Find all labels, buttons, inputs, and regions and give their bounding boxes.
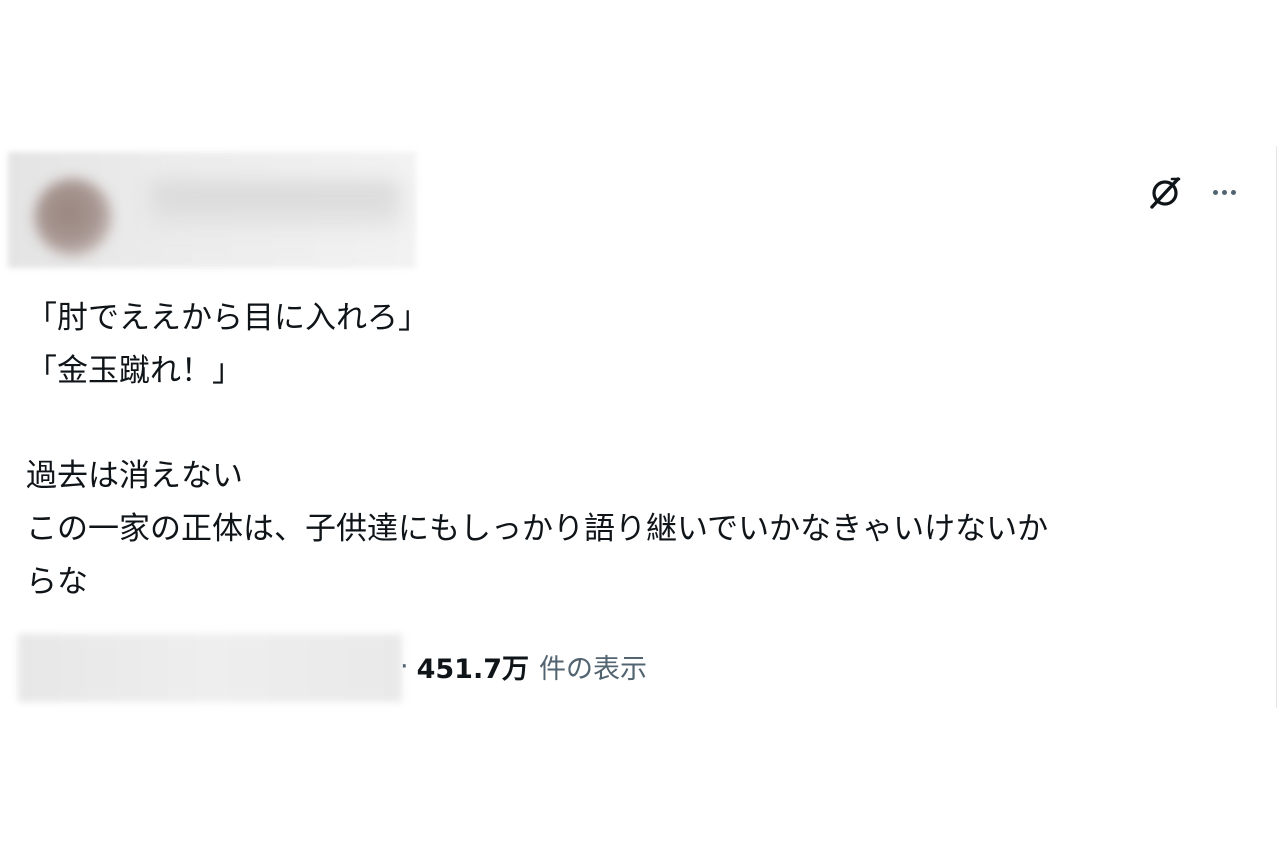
meta-separator: · <box>400 650 409 682</box>
timestamp-blurred[interactable] <box>18 634 402 702</box>
tweet-line: 過去は消えない <box>26 458 243 494</box>
grok-icon-graphic <box>1150 177 1181 209</box>
tweet-line: この一家の正体は、子供達にもしっかり語り継いでいかなきゃいけないか <box>26 511 1049 547</box>
dot <box>1212 189 1218 195</box>
views-count[interactable]: 451.7万 <box>417 647 529 686</box>
dot <box>1230 189 1236 195</box>
avatar[interactable] <box>34 178 112 256</box>
tweet-line: 「肘でええから目に入れろ」 <box>26 300 429 336</box>
page: 「肘でええから目に入れろ」 「金玉蹴れ！」 過去は消えない この一家の正体は、子… <box>0 0 1280 854</box>
user-name-blurred[interactable] <box>150 182 400 228</box>
tweet-line: 「金玉蹴れ！」 <box>26 353 243 389</box>
card-divider <box>1276 146 1277 708</box>
tweet-text: 「肘でええから目に入れろ」 「金玉蹴れ！」 過去は消えない この一家の正体は、子… <box>26 292 1256 609</box>
views-label[interactable]: 件の表示 <box>539 647 647 686</box>
tweet-meta: · 451.7万 件の表示 <box>400 646 647 686</box>
tweet-line: らな <box>26 564 88 600</box>
more-options-icon[interactable] <box>1206 174 1242 210</box>
grok-icon[interactable] <box>1146 174 1184 212</box>
dot <box>1221 189 1227 195</box>
